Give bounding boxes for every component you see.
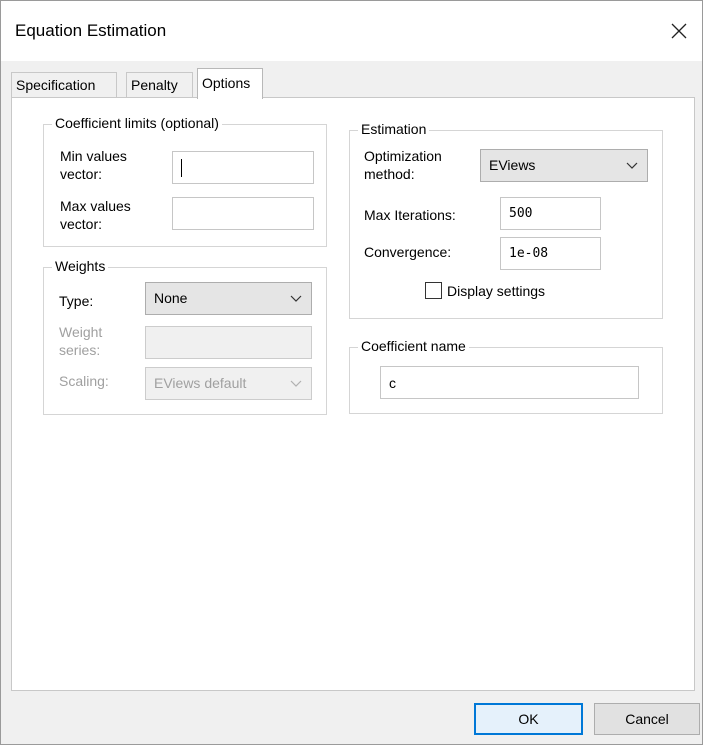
type-select-value: None — [154, 290, 188, 306]
max-values-label: Max values vector: — [60, 197, 131, 233]
convergence-input[interactable] — [500, 237, 601, 270]
text-caret — [181, 159, 182, 177]
estimation-group-label: Estimation — [358, 121, 430, 137]
type-label: Type: — [59, 293, 94, 309]
weight-series-label: Weight series: — [59, 323, 102, 359]
max-iterations-label: Max Iterations: — [364, 207, 456, 223]
weights-group-label: Weights — [52, 258, 109, 274]
min-values-label-line1: Min values — [60, 148, 127, 164]
max-values-input[interactable] — [172, 197, 314, 230]
chevron-down-icon — [625, 150, 639, 181]
tab-penalty[interactable]: Penalty — [126, 72, 193, 99]
scaling-select-value: EViews default — [154, 375, 247, 391]
chevron-down-icon — [289, 283, 303, 314]
close-icon — [671, 23, 687, 39]
min-values-label: Min values vector: — [60, 147, 127, 183]
coefficient-name-input[interactable] — [380, 366, 639, 399]
min-values-input[interactable] — [172, 151, 314, 184]
max-values-label-line2: vector: — [60, 216, 103, 232]
optimization-method-select[interactable]: EViews — [480, 149, 648, 182]
optimization-method-label: Optimization method: — [364, 147, 442, 183]
weight-series-label-line2: series: — [59, 342, 101, 358]
weights-group: Weights Type: None Weight series: Scalin… — [43, 258, 327, 415]
weight-series-label-line1: Weight — [59, 324, 103, 340]
coefficient-name-group-label: Coefficient name — [358, 338, 469, 354]
display-settings-checkbox[interactable] — [425, 282, 442, 299]
optimization-select-value: EViews — [489, 157, 536, 173]
display-settings-label[interactable]: Display settings — [447, 282, 545, 300]
close-button[interactable] — [656, 1, 702, 61]
scaling-select[interactable]: EViews default — [145, 367, 312, 400]
options-panel: Coefficient limits (optional) Min values… — [11, 97, 695, 691]
dialog-window: Equation Estimation Specification Penalt… — [0, 0, 703, 745]
coefficient-limits-group-label: Coefficient limits (optional) — [52, 115, 222, 131]
tab-options[interactable]: Options — [197, 68, 263, 99]
max-values-label-line1: Max values — [60, 198, 131, 214]
window-title: Equation Estimation — [15, 21, 167, 40]
scaling-label: Scaling: — [59, 373, 109, 389]
cancel-button[interactable]: Cancel — [594, 703, 700, 735]
coefficient-name-group: Coefficient name — [349, 338, 663, 414]
chevron-down-icon — [289, 368, 303, 399]
estimation-group: Estimation Optimization method: EViews M… — [349, 121, 663, 319]
min-values-label-line2: vector: — [60, 166, 103, 182]
optimization-label-line2: method: — [364, 166, 415, 182]
title-bar: Equation Estimation — [1, 1, 702, 61]
weight-series-input[interactable] — [145, 326, 312, 359]
ok-button[interactable]: OK — [474, 703, 583, 735]
convergence-label: Convergence: — [364, 244, 452, 260]
max-iterations-input[interactable] — [500, 197, 601, 230]
type-select[interactable]: None — [145, 282, 312, 315]
optimization-label-line1: Optimization — [364, 148, 442, 164]
coefficient-limits-group: Coefficient limits (optional) Min values… — [43, 115, 327, 247]
tab-specification[interactable]: Specification — [11, 72, 117, 99]
